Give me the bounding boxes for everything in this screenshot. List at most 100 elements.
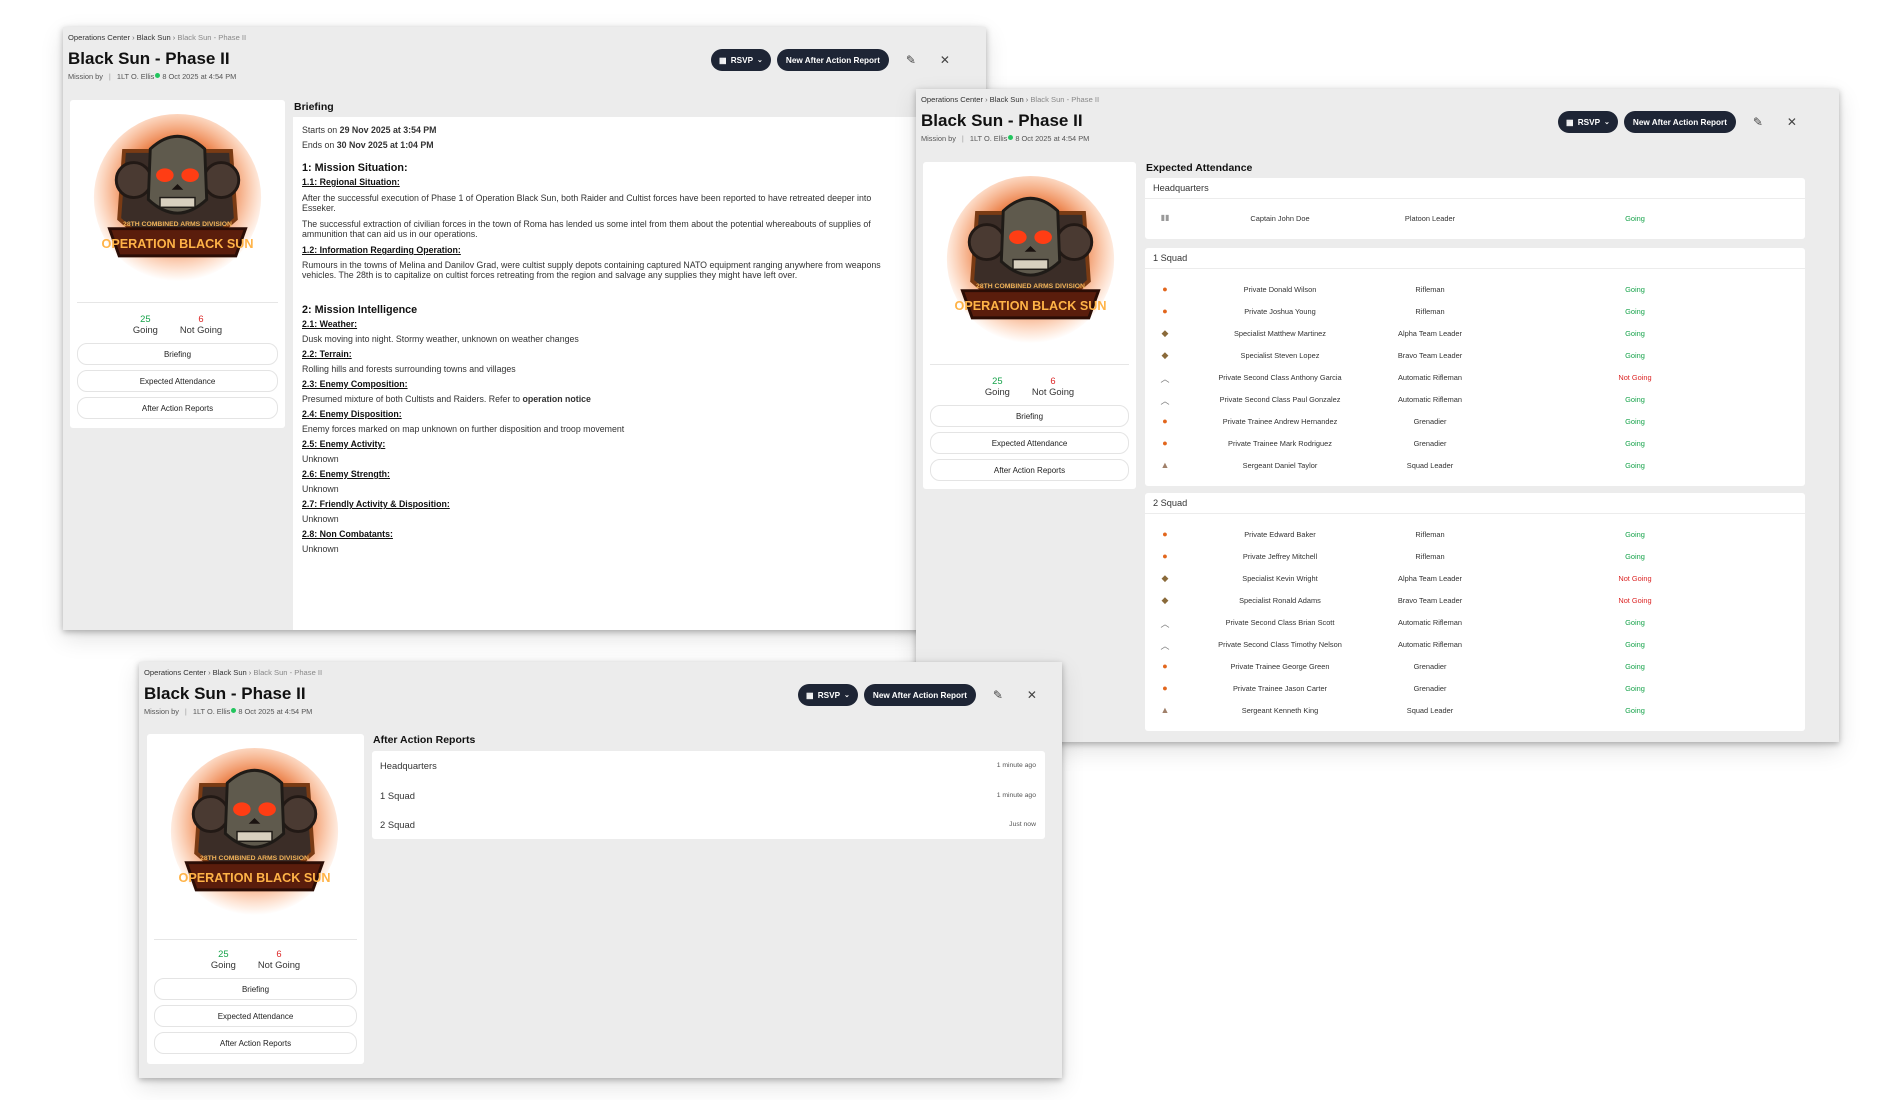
paragraph: Unknown — [302, 514, 339, 524]
nav-expected-attendance-button[interactable]: Expected Attendance — [930, 432, 1129, 454]
breadcrumb-link[interactable]: Black Sun — [137, 33, 171, 42]
svg-text:28TH COMBINED ARMS DIVISION: 28TH COMBINED ARMS DIVISION — [200, 855, 309, 862]
attendance-row: ◆ Specialist Steven Lopez Bravo Team Leade… — [1145, 346, 1805, 364]
paragraph: Unknown — [302, 484, 339, 494]
not-going-stat: 6 Not Going — [258, 948, 300, 970]
breadcrumb: Operations Center › Black Sun › Black Sun - … — [144, 668, 323, 677]
author-name[interactable]: 1LT O. Ellis — [117, 72, 155, 81]
close-icon[interactable]: ✕ — [1022, 688, 1042, 702]
ends-label: Ends on — [302, 140, 335, 150]
sergeant-rank-icon: ▲ — [1160, 460, 1170, 470]
paragraph: Dusk moving into night. Stormy weather, … — [302, 334, 579, 344]
edit-icon[interactable]: ✎ — [988, 688, 1008, 702]
aar-item[interactable]: 2 Squad Just now — [372, 812, 1045, 838]
close-icon[interactable]: ✕ — [1782, 115, 1802, 129]
rsvp-button[interactable]: ▦ RSVP ⌄ — [711, 49, 771, 71]
nav-after-action-reports-button[interactable]: After Action Reports — [77, 397, 278, 419]
mission-by-label: Mission by — [68, 72, 103, 81]
divider — [930, 364, 1129, 365]
rsvp-button[interactable]: ▦ RSVP ⌄ — [1558, 111, 1618, 133]
member-role: Rifleman — [1415, 530, 1445, 539]
attendance-row: ● Private Jeffrey Mitchell Rifleman Going — [1145, 547, 1805, 565]
chevron-rank-icon: ︿ — [1160, 396, 1170, 406]
attendance-row: ● Private Trainee Mark Rodriguez Grenadier… — [1145, 434, 1805, 452]
rsvp-stats: 25 Going 6 Not Going — [70, 313, 285, 335]
nav-briefing-button[interactable]: Briefing — [77, 343, 278, 365]
paragraph: Esseker. — [302, 203, 336, 213]
chevron-down-icon: ⌄ — [1604, 119, 1610, 126]
aar-item-time: 1 minute ago — [996, 762, 1036, 769]
member-role: Bravo Team Leader — [1397, 596, 1463, 605]
sergeant-rank-icon: ▲ — [1160, 705, 1170, 715]
attendance-status: Going — [1625, 618, 1645, 627]
subsection-heading: 1.1: Regional Situation: — [302, 177, 400, 187]
author-name[interactable]: 1LT O. Ellis — [970, 134, 1008, 143]
breadcrumb-link[interactable]: Black Sun — [213, 668, 247, 677]
breadcrumb-link[interactable]: Black Sun — [990, 95, 1024, 104]
close-icon[interactable]: ✕ — [935, 53, 955, 67]
svg-text:OPERATION BLACK SUN: OPERATION BLACK SUN — [955, 299, 1107, 313]
rsvp-label: RSVP — [730, 55, 754, 65]
nav-expected-attendance-button[interactable]: Expected Attendance — [154, 1005, 357, 1027]
operation-notice-link[interactable]: operation notice — [523, 394, 591, 404]
captain-bars-icon: ▮▮ — [1160, 213, 1170, 222]
new-aar-button[interactable]: New After Action Report — [863, 684, 976, 706]
going-label: Going — [984, 386, 1010, 397]
paragraph: Presumed mixture of both Cultists and Ra… — [302, 394, 986, 404]
attendance-section-title: Expected Attendance — [1146, 162, 1253, 174]
not-going-stat: 6 Not Going — [1032, 375, 1074, 397]
briefing-window: Operations Center › Black Sun › Black Sun - … — [63, 27, 986, 630]
attendance-group-1-squad: 1 Squad ● Private Donald Wilson Rifleman Go… — [1145, 248, 1805, 486]
breadcrumb-link[interactable]: Operations Center — [144, 668, 206, 677]
subsection-heading: 2.4: Enemy Disposition: — [302, 409, 402, 419]
nav-expected-attendance-button[interactable]: Expected Attendance — [77, 370, 278, 392]
attendance-status: Going — [1625, 530, 1645, 539]
chevron-down-icon: ⌄ — [757, 57, 763, 64]
aar-item[interactable]: 1 Squad 1 minute ago — [372, 783, 1045, 809]
attendance-row: ● Private Trainee Jason Carter Grenadier Go… — [1145, 679, 1805, 697]
aar-item-label: 1 Squad — [380, 790, 415, 801]
edit-icon[interactable]: ✎ — [901, 53, 921, 67]
operation-black-sun-logo: 28TH COMBINED ARMS DIVISION OPERATION BL… — [170, 747, 339, 916]
divider — [1145, 513, 1805, 514]
not-going-stat: 6 Not Going — [180, 313, 222, 335]
starts-value: 29 Nov 2025 at 3:54 PM — [339, 125, 437, 135]
author-name[interactable]: 1LT O. Ellis — [193, 707, 231, 716]
breadcrumb-link[interactable]: Operations Center — [68, 33, 130, 42]
nav-after-action-reports-button[interactable]: After Action Reports — [930, 459, 1129, 481]
aar-item[interactable]: Headquarters 1 minute ago — [372, 753, 1045, 779]
member-role: Bravo Team Leader — [1397, 351, 1463, 360]
attendance-status: Going — [1625, 684, 1645, 693]
online-status-icon — [155, 73, 161, 78]
member-role: Grenadier — [1413, 439, 1447, 448]
specialist-rank-icon: ◆ — [1161, 328, 1169, 338]
svg-text:28TH COMBINED ARMS DIVISION: 28TH COMBINED ARMS DIVISION — [123, 221, 232, 228]
nav-briefing-button[interactable]: Briefing — [154, 978, 357, 1000]
ends-value: 30 Nov 2025 at 1:04 PM — [336, 140, 434, 150]
member-role: Squad Leader — [1406, 461, 1454, 470]
rsvp-button[interactable]: ▦ RSVP ⌄ — [798, 684, 858, 706]
member-role: Automatic Rifleman — [1397, 640, 1463, 649]
new-aar-button[interactable]: New After Action Report — [776, 49, 889, 71]
subsection-heading: 2.3: Enemy Composition: — [302, 379, 408, 389]
breadcrumb-link[interactable]: Operations Center — [921, 95, 983, 104]
breadcrumb-current: Black Sun - Phase II — [1030, 95, 1100, 104]
page-title: Black Sun - Phase II — [144, 684, 306, 703]
attendance-status: Going — [1625, 395, 1645, 404]
breadcrumb-current: Black Sun - Phase II — [177, 33, 247, 42]
chevron-down-icon: ⌄ — [844, 692, 850, 699]
member-role: Automatic Rifleman — [1397, 373, 1463, 382]
new-aar-button[interactable]: New After Action Report — [1623, 111, 1736, 133]
paragraph: The successful extraction of civilian fo… — [302, 219, 871, 229]
online-status-icon — [231, 708, 237, 713]
nav-briefing-button[interactable]: Briefing — [930, 405, 1129, 427]
edit-icon[interactable]: ✎ — [1748, 115, 1768, 129]
section-heading: 1: Mission Situation: — [302, 162, 408, 174]
subsection-heading: 2.5: Enemy Activity: — [302, 439, 386, 449]
section-heading: 2: Mission Intelligence — [302, 304, 418, 316]
attendance-status: Going — [1625, 214, 1645, 223]
nav-after-action-reports-button[interactable]: After Action Reports — [154, 1032, 357, 1054]
attendance-status: Not Going — [1618, 596, 1652, 605]
aar-item-time: Just now — [1009, 821, 1036, 828]
mission-by-label: Mission by — [921, 134, 956, 143]
